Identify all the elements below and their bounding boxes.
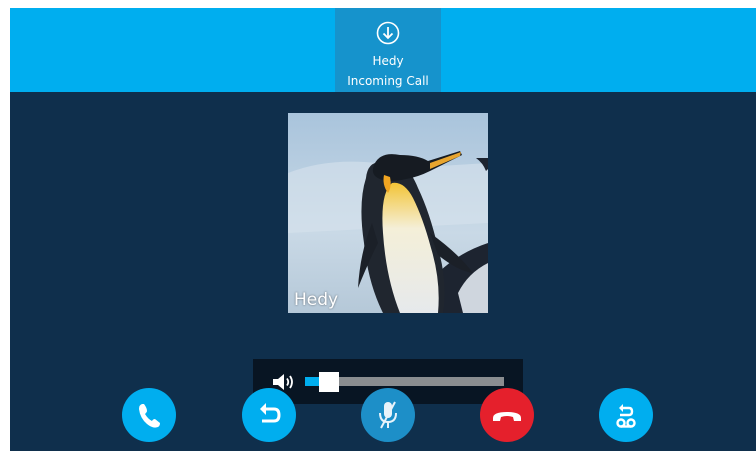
hang-up-icon: [493, 412, 521, 421]
voicemail-button[interactable]: [599, 388, 653, 442]
incoming-call-tab[interactable]: Hedy Incoming Call: [335, 8, 441, 92]
mute-button[interactable]: [361, 388, 415, 442]
photo-caption: Hedy: [294, 290, 339, 310]
forward-arrow-icon: [260, 403, 281, 423]
caller-photo: Hedy: [288, 113, 488, 313]
penguin-image: [288, 113, 488, 313]
call-status: Incoming Call: [347, 74, 429, 88]
volume-slider-thumb[interactable]: [319, 372, 339, 392]
top-bar: Hedy Incoming Call: [10, 8, 756, 92]
phone-icon: [139, 404, 160, 428]
mic-muted-icon: [379, 401, 397, 429]
forward-button[interactable]: [242, 388, 296, 442]
caller-name: Hedy: [372, 54, 404, 68]
answer-button[interactable]: [122, 388, 176, 442]
reject-button[interactable]: [480, 388, 534, 442]
voicemail-icon: [616, 404, 636, 428]
download-arrow-icon: [376, 21, 400, 45]
phone-screen: Hedy Incoming Call Hedy: [10, 8, 756, 451]
